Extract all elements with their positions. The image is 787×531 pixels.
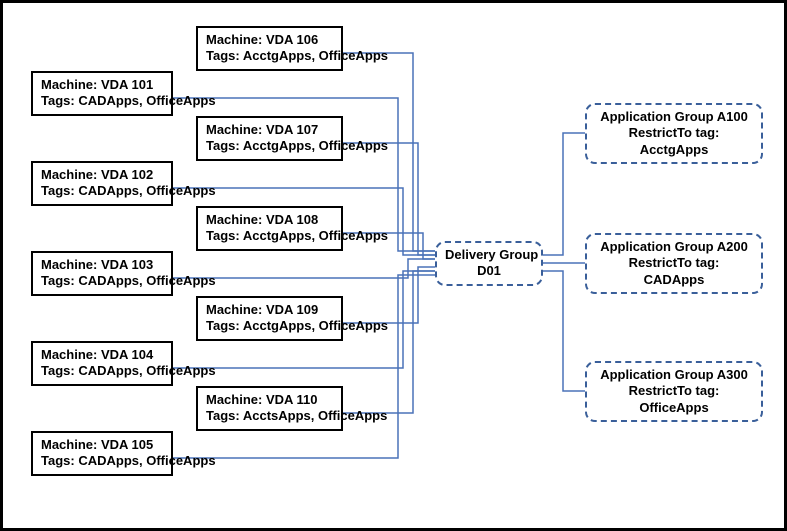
tags-label-prefix: Tags: <box>41 93 78 108</box>
application-group-a300: Application Group A300 RestrictTo tag: O… <box>585 361 763 422</box>
machine-label-prefix: Machine: <box>41 77 101 92</box>
vda-machine-101: Machine: VDA 101 Tags: CADApps, OfficeAp… <box>31 71 173 116</box>
vda-machine-108: Machine: VDA 108 Tags: AcctgApps, Office… <box>196 206 343 251</box>
app-group-restrict-value: AcctgApps <box>595 142 753 158</box>
delivery-group-title: Delivery Group <box>445 247 533 263</box>
vda-machine-107: Machine: VDA 107 Tags: AcctgApps, Office… <box>196 116 343 161</box>
vda-machine-110: Machine: VDA 110 Tags: AcctsApps, Office… <box>196 386 343 431</box>
application-group-a200: Application Group A200 RestrictTo tag: C… <box>585 233 763 294</box>
vda-machine-105: Machine: VDA 105 Tags: CADApps, OfficeAp… <box>31 431 173 476</box>
delivery-group: Delivery Group D01 <box>435 241 543 286</box>
vda-machine-103: Machine: VDA 103 Tags: CADApps, OfficeAp… <box>31 251 173 296</box>
vda-machine-104: Machine: VDA 104 Tags: CADApps, OfficeAp… <box>31 341 173 386</box>
diagram-canvas: Machine: VDA 101 Tags: CADApps, OfficeAp… <box>0 0 787 531</box>
delivery-group-id: D01 <box>445 263 533 279</box>
vda-machine-109: Machine: VDA 109 Tags: AcctgApps, Office… <box>196 296 343 341</box>
app-group-restrict-label: RestrictTo tag: <box>595 125 753 141</box>
app-group-name: Application Group A100 <box>595 109 753 125</box>
application-group-a100: Application Group A100 RestrictTo tag: A… <box>585 103 763 164</box>
vda-machine-106: Machine: VDA 106 Tags: AcctgApps, Office… <box>196 26 343 71</box>
vda-machine-102: Machine: VDA 102 Tags: CADApps, OfficeAp… <box>31 161 173 206</box>
machine-name: VDA 101 <box>101 77 153 92</box>
machine-tags: CADApps, OfficeApps <box>78 93 215 108</box>
